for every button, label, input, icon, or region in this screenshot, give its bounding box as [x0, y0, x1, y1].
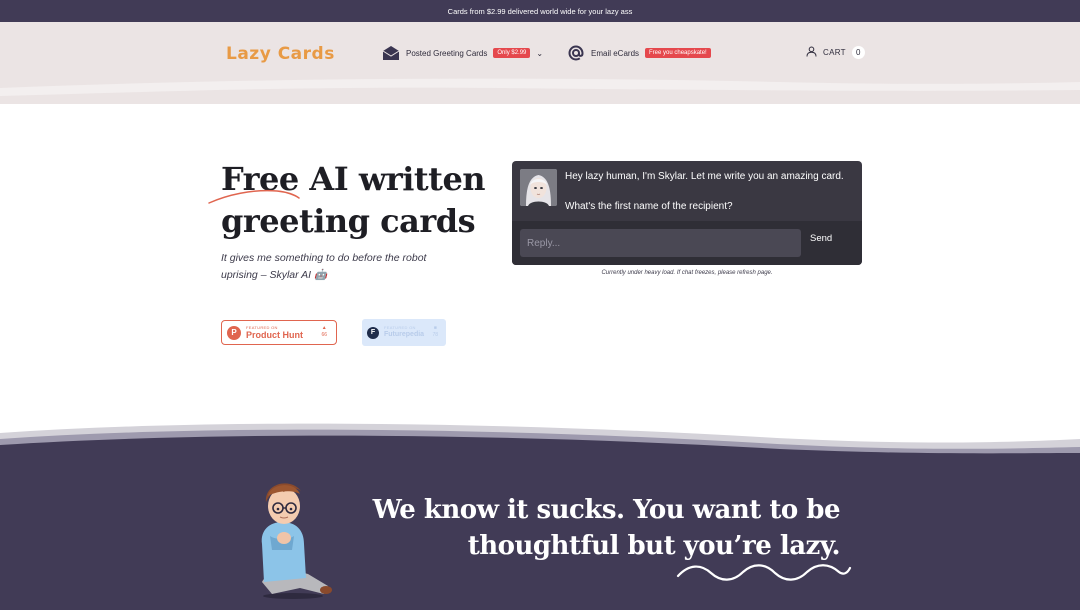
chat-input-row: Send	[512, 221, 862, 265]
ph-name: Product Hunt	[246, 330, 303, 340]
price-badge: Only $2.99	[493, 48, 531, 58]
bottom-wave-divider	[0, 423, 1080, 465]
underline-swoosh	[208, 189, 300, 204]
tagline-line1: We know it sucks. You want to be	[372, 495, 841, 525]
tagline-line2: thoughtful but you’re lazy.	[467, 531, 841, 561]
chat-load-note: Currently under heavy load. If chat free…	[601, 270, 773, 276]
cart-label[interactable]: CART	[823, 48, 846, 57]
free-badge: Free you cheapskate!	[645, 48, 711, 58]
at-sign-icon	[567, 44, 585, 62]
lazy-guy-illustration	[261, 483, 332, 599]
chat-message-greeting: Hey lazy human, I'm Skylar. Let me write…	[565, 171, 844, 182]
announcement-text: Cards from $2.99 delivered world wide fo…	[447, 6, 633, 16]
announcement-bar: Cards from $2.99 delivered world wide fo…	[0, 0, 1080, 22]
upvote-arrow-icon: ▲	[321, 325, 327, 331]
send-button[interactable]: Send	[810, 233, 832, 244]
product-hunt-badge[interactable]: P FEATURED ON Product Hunt ▲ 66	[221, 320, 337, 345]
fp-votes: ■ 78	[432, 325, 438, 339]
fp-square-icon: ■	[433, 325, 437, 331]
cart-link[interactable]: CART 0	[806, 46, 865, 59]
skylar-avatar	[520, 169, 557, 206]
nav-posted-label: Posted Greeting Cards	[406, 48, 488, 58]
cart-count: 0	[851, 46, 865, 59]
futurepedia-logo: F	[367, 326, 379, 339]
nav-posted-greeting-cards[interactable]: Posted Greeting Cards Only $2.99 ⌄	[382, 44, 543, 62]
fp-vote-count: 78	[432, 332, 438, 338]
ph-upvote: ▲ 66	[321, 325, 327, 339]
fp-name: Futurepedia	[384, 331, 425, 338]
hero-subtitle: It gives me something to do before the r…	[221, 252, 427, 281]
product-hunt-logo: P	[227, 325, 241, 340]
chevron-down-icon[interactable]: ⌄	[536, 49, 543, 58]
squiggle-underline	[676, 564, 852, 581]
tagline: We know it sucks. You want to be thought…	[330, 492, 841, 564]
site-logo[interactable]: Lazy Cards	[226, 44, 335, 64]
nav-email-ecards[interactable]: Email eCards Free you cheapskate!	[567, 44, 711, 62]
chat-reply-input[interactable]	[520, 229, 801, 257]
user-icon[interactable]	[806, 46, 817, 59]
nav-ecards-label: Email eCards	[591, 48, 640, 58]
envelope-icon	[382, 44, 400, 62]
ph-vote-count: 66	[321, 332, 327, 338]
futurepedia-badge[interactable]: F FEATURED ON Futurepedia ■ 78	[362, 319, 446, 346]
chat-message-question: What's the first name of the recipient?	[565, 201, 733, 212]
chat-widget: Hey lazy human, I'm Skylar. Let me write…	[512, 161, 862, 265]
header-wave-divider	[0, 78, 1080, 96]
